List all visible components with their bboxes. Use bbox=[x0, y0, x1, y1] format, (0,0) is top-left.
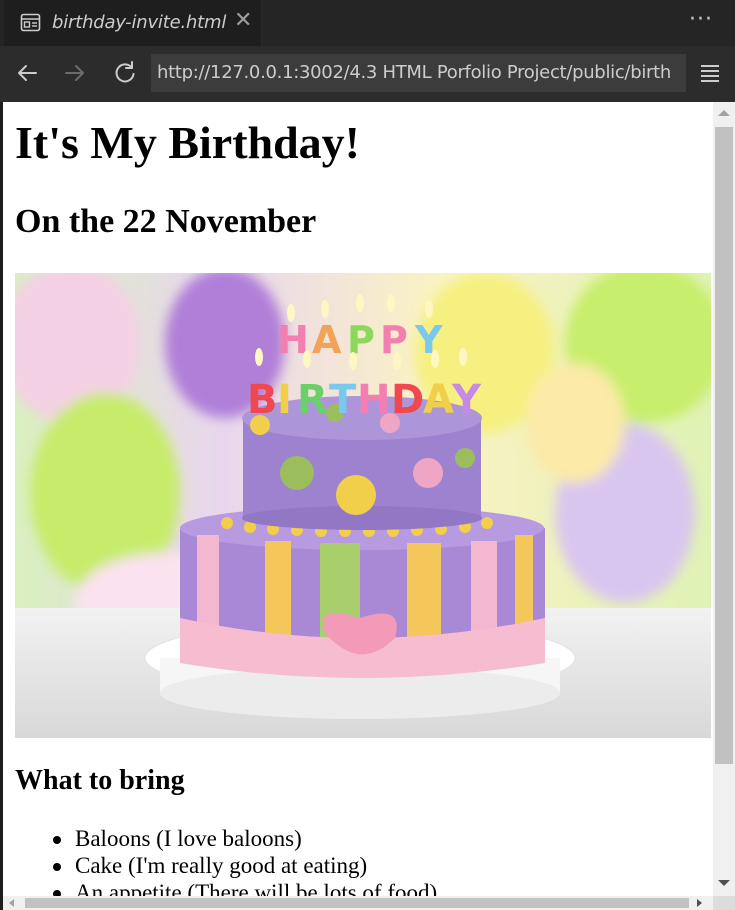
preview-icon bbox=[20, 13, 41, 32]
url-input[interactable]: http://127.0.0.1:3002/4.3 HTML Porfolio … bbox=[151, 54, 686, 92]
svg-text:A: A bbox=[423, 377, 454, 423]
hamburger-menu-icon[interactable] bbox=[699, 62, 721, 84]
svg-text:H: H bbox=[357, 377, 390, 423]
horizontal-scroll-thumb[interactable] bbox=[25, 898, 689, 908]
svg-text:Y: Y bbox=[451, 377, 482, 423]
birthday-cake-image: H A P P Y B I R T H D A Y bbox=[15, 273, 711, 738]
scrollbar-corner bbox=[713, 896, 735, 910]
reload-icon[interactable] bbox=[110, 58, 140, 88]
arrow-right-icon[interactable] bbox=[60, 58, 90, 88]
more-actions-icon[interactable]: ··· bbox=[689, 7, 713, 32]
svg-text:D: D bbox=[391, 377, 424, 423]
navigation-bar: http://127.0.0.1:3002/4.3 HTML Porfolio … bbox=[0, 46, 735, 102]
scroll-down-icon[interactable] bbox=[718, 880, 730, 886]
tab-title: birthday-invite.html bbox=[52, 12, 227, 33]
scroll-right-icon[interactable] bbox=[697, 899, 702, 907]
svg-text:R: R bbox=[297, 377, 328, 423]
svg-text:B: B bbox=[247, 377, 278, 423]
list-item: Baloons (I love baloons) bbox=[51, 825, 437, 852]
close-icon[interactable]: ✕ bbox=[234, 9, 252, 33]
tab-birthday-invite[interactable]: birthday-invite.html ✕ bbox=[4, 0, 262, 46]
svg-text:T: T bbox=[329, 377, 357, 423]
page-title: It's My Birthday! bbox=[15, 117, 360, 168]
svg-text:I: I bbox=[277, 377, 292, 423]
scroll-left-icon[interactable] bbox=[9, 899, 14, 907]
arrow-left-icon[interactable] bbox=[12, 58, 42, 88]
date-subheading: On the 22 November bbox=[15, 203, 317, 240]
vertical-scroll-thumb[interactable] bbox=[715, 127, 733, 764]
list-item: Cake (I'm really good at eating) bbox=[51, 852, 437, 879]
vertical-scrollbar[interactable] bbox=[713, 102, 735, 896]
scroll-up-icon[interactable] bbox=[718, 110, 730, 116]
horizontal-scrollbar[interactable] bbox=[3, 896, 713, 910]
svg-text:A: A bbox=[312, 318, 342, 362]
bring-list: Baloons (I love baloons) Cake (I'm reall… bbox=[51, 825, 437, 906]
what-to-bring-heading: What to bring bbox=[15, 765, 185, 796]
tab-bar: birthday-invite.html ✕ ··· bbox=[0, 0, 735, 46]
page-viewport: It's My Birthday! On the 22 November H A… bbox=[3, 102, 735, 910]
